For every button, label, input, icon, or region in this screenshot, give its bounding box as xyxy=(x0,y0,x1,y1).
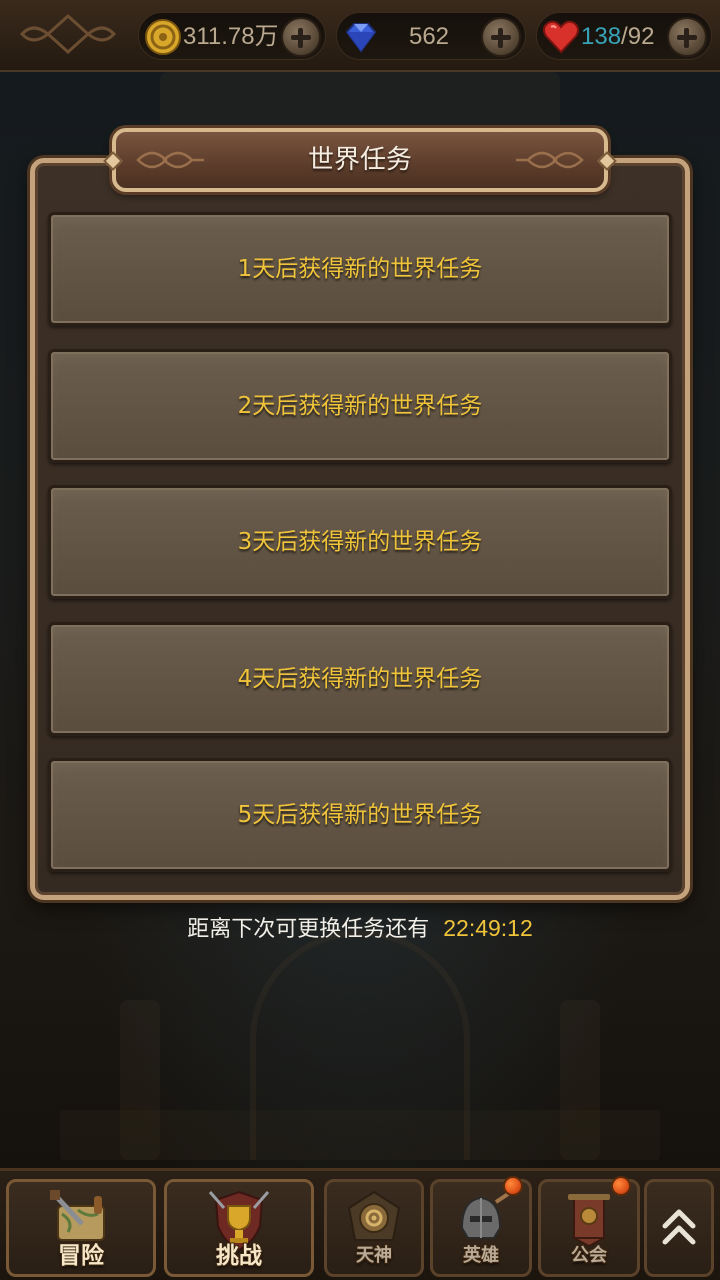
countdown-label: 距离下次可更换任务还有 xyxy=(187,917,430,942)
task-slot-label: 2天后获得新的世界任务 xyxy=(237,393,483,419)
countdown-time: 22:49:12 xyxy=(443,915,533,941)
diamond-icon xyxy=(345,23,377,53)
gold-value: 311.78万 xyxy=(183,23,277,50)
task-slot-label: 4天后获得新的世界任务 xyxy=(237,666,483,692)
task-slot-4[interactable]: 4天后获得新的世界任务 xyxy=(48,622,672,736)
task-slot-label: 3天后获得新的世界任务 xyxy=(237,529,483,555)
task-slot-5[interactable]: 5天后获得新的世界任务 xyxy=(48,758,672,872)
ornament-logo-icon xyxy=(19,13,117,55)
task-slot-1[interactable]: 1天后获得新的世界任务 xyxy=(48,212,672,326)
hero-notification-badge xyxy=(503,1176,523,1196)
nav-hero-label: 英雄 xyxy=(463,1245,499,1266)
nav-hero-button[interactable]: 英雄 xyxy=(430,1176,532,1277)
nav-challenge-label: 挑战 xyxy=(216,1243,262,1269)
add-gems-button[interactable] xyxy=(481,17,521,57)
nav-guild-button[interactable]: 公会 xyxy=(538,1176,640,1277)
gold-counter: 311.78万 xyxy=(138,12,326,60)
double-chevron-up-icon xyxy=(662,1209,696,1245)
resource-bar: 311.78万 562 138/92 xyxy=(0,0,720,72)
stamina-counter: 138/92 xyxy=(536,12,712,60)
add-gold-button[interactable] xyxy=(281,17,321,57)
nav-god-label: 天神 xyxy=(356,1245,392,1266)
stamina-separator: / xyxy=(621,23,628,50)
nav-god-button[interactable]: 天神 xyxy=(324,1179,424,1277)
task-slot-3[interactable]: 3天后获得新的世界任务 xyxy=(48,485,672,599)
background-structure xyxy=(160,72,560,132)
gold-coin-icon xyxy=(145,19,181,55)
nav-expand-button[interactable] xyxy=(644,1179,714,1277)
stamina-value: 138/92 xyxy=(581,13,663,61)
refresh-countdown: 距离下次可更换任务还有 22:49:12 xyxy=(0,908,720,948)
panel-title-plate: 世界任务 xyxy=(103,128,617,192)
background-steps xyxy=(60,1110,660,1160)
bottom-nav: 冒险 挑战 天神 英雄 公会 xyxy=(0,1168,720,1280)
gem-value: 562 xyxy=(408,23,450,50)
task-slot-label: 1天后获得新的世界任务 xyxy=(237,256,483,282)
knot-ornament-icon xyxy=(516,151,584,169)
nav-guild-label: 公会 xyxy=(571,1245,607,1266)
nav-challenge-button[interactable]: 挑战 xyxy=(164,1179,314,1277)
stamina-current: 138 xyxy=(581,23,622,50)
nav-adventure-label: 冒险 xyxy=(58,1243,104,1269)
guild-notification-badge xyxy=(611,1176,631,1196)
heart-icon xyxy=(542,20,580,54)
task-slot-2[interactable]: 2天后获得新的世界任务 xyxy=(48,349,672,463)
task-slot-label: 5天后获得新的世界任务 xyxy=(237,802,483,828)
gem-counter: 562 xyxy=(336,12,526,60)
add-stamina-button[interactable] xyxy=(667,17,707,57)
nav-adventure-button[interactable]: 冒险 xyxy=(6,1179,156,1277)
stamina-max: 92 xyxy=(627,23,655,50)
